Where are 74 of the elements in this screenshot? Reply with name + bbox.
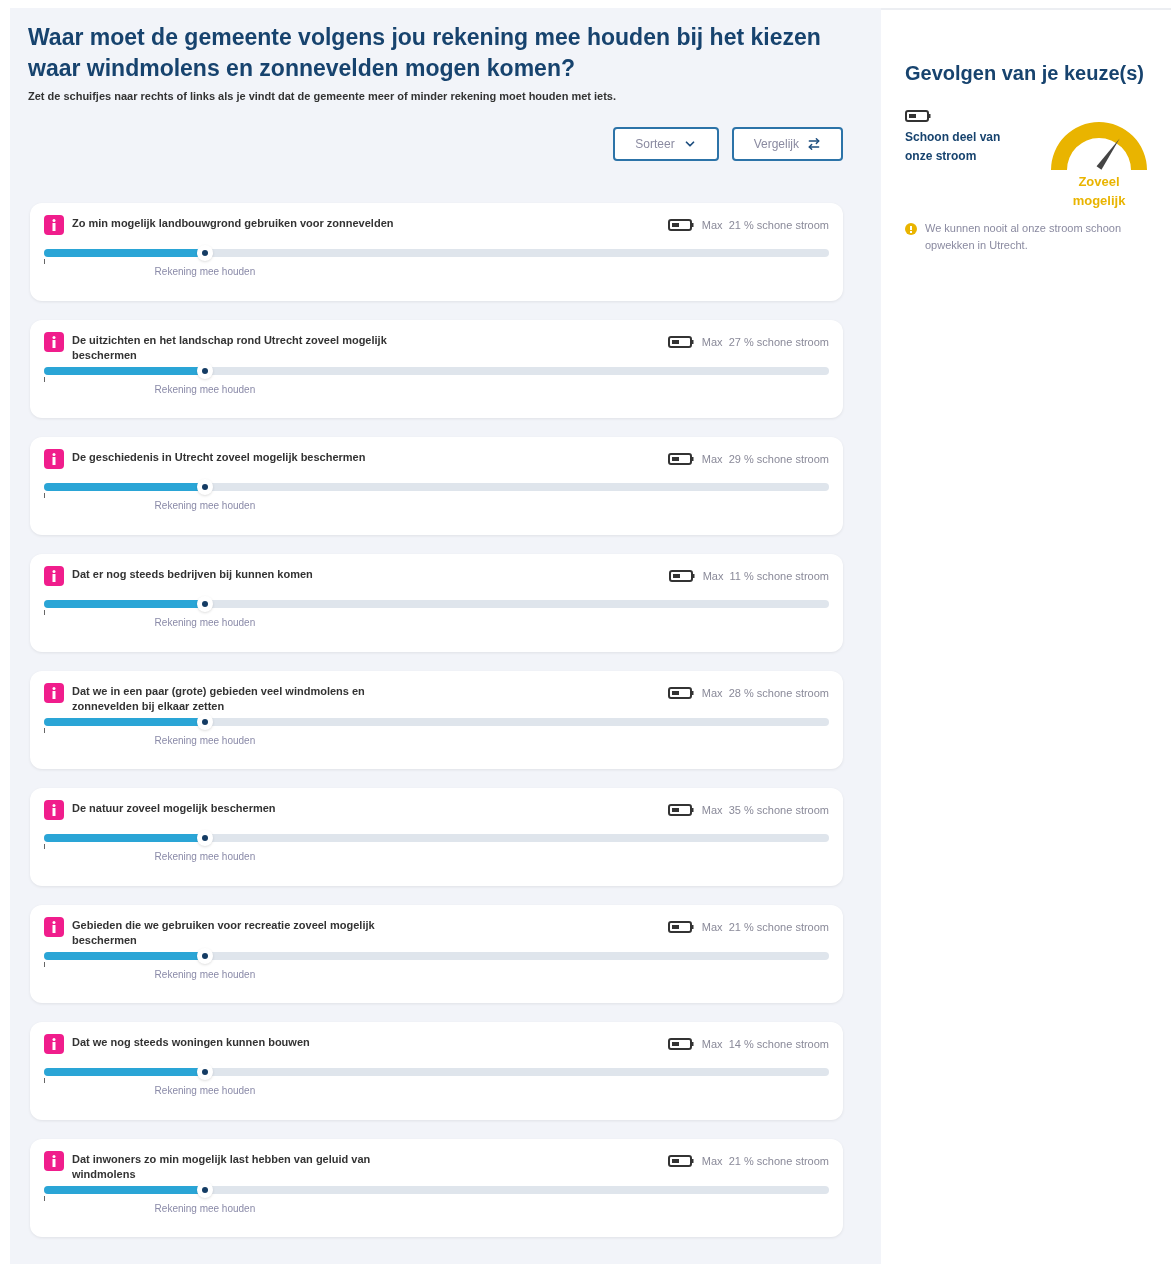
info-icon[interactable] xyxy=(44,1033,64,1054)
swap-arrows-icon xyxy=(807,136,821,151)
tick-mark xyxy=(44,1077,45,1083)
slider-thumb[interactable] xyxy=(196,1063,213,1080)
battery-icon xyxy=(667,1037,694,1050)
criterion-title: Dat inwoners zo min mogelijk last hebben van geluid van windmolens xyxy=(72,1151,372,1182)
tick-mark xyxy=(44,961,45,967)
battery-icon xyxy=(667,335,694,348)
slider-thumb[interactable] xyxy=(196,1181,213,1198)
slider-label: Rekening mee houden xyxy=(154,615,256,630)
compare-button[interactable]: Vergelijk xyxy=(731,126,843,161)
slider-label: Rekening mee houden xyxy=(154,849,256,864)
battery-icon xyxy=(667,686,694,699)
info-icon[interactable] xyxy=(44,565,64,586)
max-clean-power-text: Max 29 % schone stroom xyxy=(701,451,829,467)
sort-button[interactable]: Sorteer xyxy=(613,126,719,161)
results-title: Gevolgen van je keuze(s) xyxy=(905,61,1145,86)
warning-icon xyxy=(905,223,917,235)
slider-thumb[interactable] xyxy=(196,362,213,379)
metric-label: Schoon deel van onze stroom xyxy=(905,129,1002,165)
slider-thumb[interactable] xyxy=(196,713,213,730)
max-clean-power-text: Max 21 % schone stroom xyxy=(701,217,829,233)
slider-label: Rekening mee houden xyxy=(154,733,256,748)
slider-label: Rekening mee houden xyxy=(154,498,256,513)
slider-thumb[interactable] xyxy=(196,829,213,846)
battery-icon xyxy=(667,1154,694,1167)
max-clean-power-text: Max 27 % schone stroom xyxy=(701,334,829,350)
info-icon[interactable] xyxy=(44,448,64,469)
max-clean-power-text: Max 35 % schone stroom xyxy=(701,802,829,818)
battery-icon xyxy=(667,218,694,231)
tick-mark xyxy=(44,843,45,849)
tick-mark xyxy=(44,727,45,733)
max-clean-power-text: Max 11 % schone stroom xyxy=(702,568,829,584)
slider-label: Rekening mee houden xyxy=(154,1201,256,1216)
battery-icon xyxy=(667,920,694,933)
gauge-label: Zoveel mogelijk xyxy=(1071,173,1127,210)
criterion-title: Gebieden die we gebruiken voor recreatie zoveel mogelijk beschermen xyxy=(72,917,376,948)
slider-thumb[interactable] xyxy=(196,947,213,964)
info-icon[interactable] xyxy=(44,916,64,937)
slider-thumb[interactable] xyxy=(196,478,213,495)
battery-icon xyxy=(905,110,931,122)
slider-label: Rekening mee houden xyxy=(154,264,256,279)
info-icon[interactable] xyxy=(44,1150,64,1171)
battery-icon xyxy=(668,569,695,582)
page-subtitle: Zet de schuifjes naar rechts of links als je vindt dat de gemeente meer of minder rekening moet houden met iets. xyxy=(28,89,618,104)
page-title: Waar moet de gemeente volgens jou rekening mee houden bij het kiezen waar windmolens en zonnevelden mogen komen? xyxy=(28,23,822,83)
info-icon[interactable] xyxy=(44,682,64,703)
tick-mark xyxy=(44,1195,45,1201)
tick-mark xyxy=(44,376,45,382)
info-icon[interactable] xyxy=(44,331,64,352)
max-clean-power-text: Max 14 % schone stroom xyxy=(701,1036,829,1052)
criterion-title: De uitzichten en het landschap rond Utrecht zoveel mogelijk beschermen xyxy=(72,332,388,363)
criterion-title: Dat we in een paar (grote) gebieden veel windmolens en zonnevelden bij elkaar zetten xyxy=(72,683,366,714)
criterion-title: Dat er nog steeds bedrijven bij kunnen komen xyxy=(72,566,313,582)
battery-icon xyxy=(667,452,694,465)
max-clean-power-text: Max 28 % schone stroom xyxy=(701,685,829,701)
slider-thumb[interactable] xyxy=(196,244,213,261)
info-icon[interactable] xyxy=(44,799,64,820)
criterion-title: Zo min mogelijk landbouwgrond gebruiken voor zonnevelden xyxy=(72,215,394,231)
criterion-title: De natuur zoveel mogelijk beschermen xyxy=(72,800,276,816)
slider-label: Rekening mee houden xyxy=(154,967,256,982)
tick-mark xyxy=(44,609,45,615)
info-icon[interactable] xyxy=(44,214,64,235)
tick-mark xyxy=(44,258,45,264)
max-clean-power-text: Max 21 % schone stroom xyxy=(701,1153,829,1169)
warning-note: We kunnen nooit al onze stroom schoon opwekken in Utrecht. xyxy=(925,221,1123,253)
tick-mark xyxy=(44,492,45,498)
slider-label: Rekening mee houden xyxy=(154,1083,256,1098)
battery-icon xyxy=(667,803,694,816)
criterion-title: De geschiedenis in Utrecht zoveel mogelijk beschermen xyxy=(72,449,366,465)
max-clean-power-text: Max 21 % schone stroom xyxy=(701,919,829,935)
slider-thumb[interactable] xyxy=(196,595,213,612)
criterion-title: Dat we nog steeds woningen kunnen bouwen xyxy=(72,1034,310,1050)
slider-label: Rekening mee houden xyxy=(154,382,256,397)
